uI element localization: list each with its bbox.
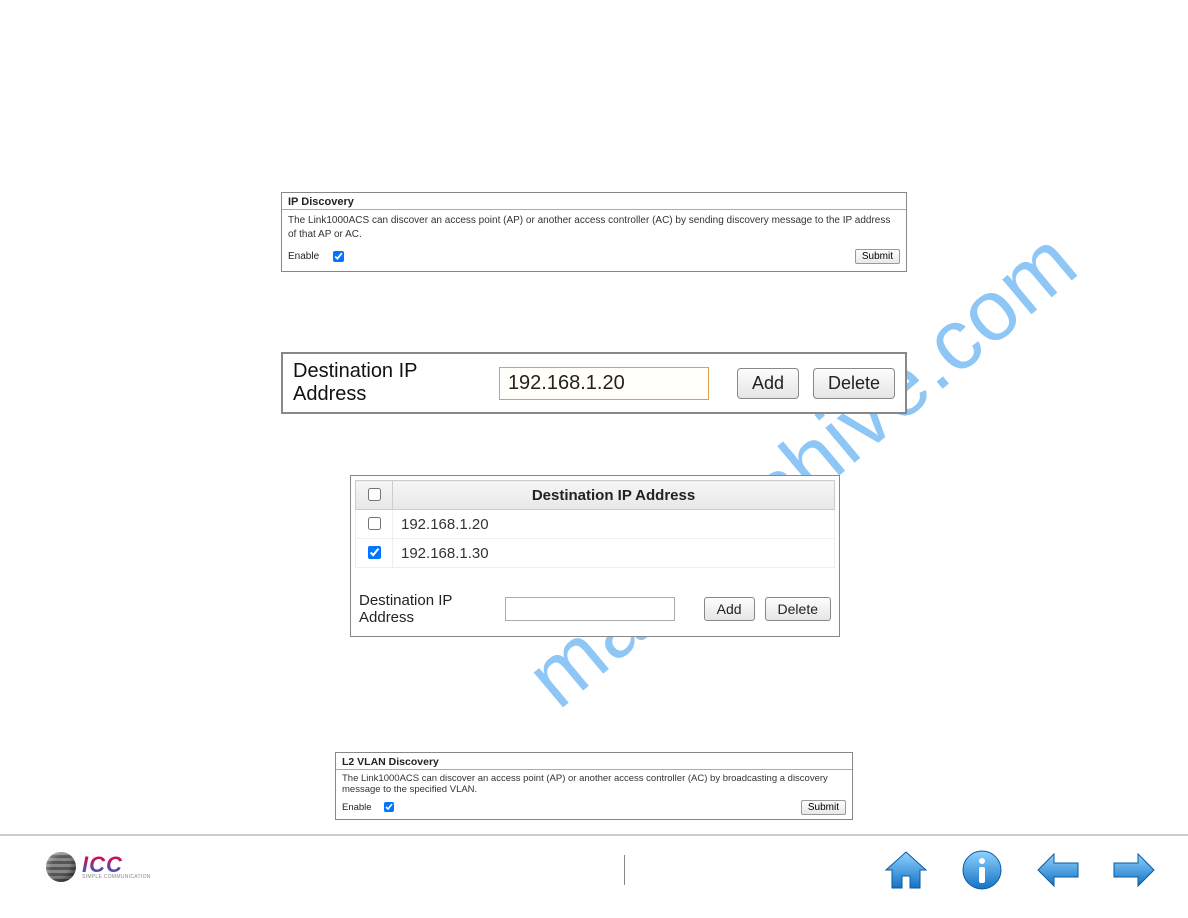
table-row: 192.168.1.20 — [356, 510, 835, 539]
table-below-ip-input[interactable] — [505, 597, 675, 621]
arrow-left-icon[interactable] — [1034, 848, 1082, 892]
destination-ip-add-button[interactable]: Add — [737, 368, 799, 399]
l2-vlan-description: The Link1000ACS can discover an access p… — [336, 770, 852, 797]
ip-discovery-panel: IP Discovery The Link1000ACS can discove… — [281, 192, 907, 272]
logo-subtext: SIMPLE COMMUNICATION — [82, 875, 151, 880]
logo-text: ICC — [82, 855, 151, 875]
l2-vlan-submit-button[interactable]: Submit — [801, 800, 846, 815]
l2-vlan-discovery-panel: L2 VLAN Discovery The Link1000ACS can di… — [335, 752, 853, 820]
ip-discovery-submit-button[interactable]: Submit — [855, 249, 900, 264]
table-row-checkbox[interactable] — [368, 517, 381, 530]
table-row-checkbox[interactable] — [368, 546, 381, 559]
destination-ip-table-panel: Destination IP Address 192.168.1.20 192.… — [350, 475, 840, 637]
destination-ip-delete-button[interactable]: Delete — [813, 368, 895, 399]
destination-ip-label: Destination IP Address — [293, 360, 485, 406]
ip-discovery-title: IP Discovery — [282, 193, 906, 210]
nav-icon-group — [882, 848, 1158, 892]
table-row-ip: 192.168.1.30 — [393, 539, 835, 568]
destination-ip-table: Destination IP Address 192.168.1.20 192.… — [355, 480, 835, 568]
l2-vlan-enable-label: Enable — [342, 802, 372, 813]
ip-discovery-description: The Link1000ACS can discover an access p… — [282, 210, 906, 244]
info-icon[interactable] — [958, 848, 1006, 892]
ip-discovery-enable-label: Enable — [288, 251, 319, 262]
table-below-label: Destination IP Address — [359, 592, 495, 626]
l2-vlan-title: L2 VLAN Discovery — [336, 753, 852, 770]
globe-icon — [46, 852, 76, 882]
table-select-all-checkbox[interactable] — [368, 488, 381, 501]
table-add-button[interactable]: Add — [704, 597, 755, 621]
arrow-right-icon[interactable] — [1110, 848, 1158, 892]
table-row: 192.168.1.30 — [356, 539, 835, 568]
watermark-text: manualshive.com — [508, 212, 1096, 728]
footer-vertical-divider — [624, 855, 625, 885]
table-header-label: Destination IP Address — [393, 481, 835, 510]
footer-divider — [0, 834, 1188, 836]
destination-ip-input[interactable] — [499, 367, 709, 400]
table-row-ip: 192.168.1.20 — [393, 510, 835, 539]
table-delete-button[interactable]: Delete — [765, 597, 831, 621]
brand-logo: ICC SIMPLE COMMUNICATION — [46, 852, 151, 882]
l2-vlan-enable-checkbox[interactable] — [384, 802, 394, 812]
ip-discovery-enable-checkbox[interactable] — [333, 251, 344, 262]
destination-ip-row-panel: Destination IP Address Add Delete — [281, 352, 907, 414]
home-icon[interactable] — [882, 848, 930, 892]
